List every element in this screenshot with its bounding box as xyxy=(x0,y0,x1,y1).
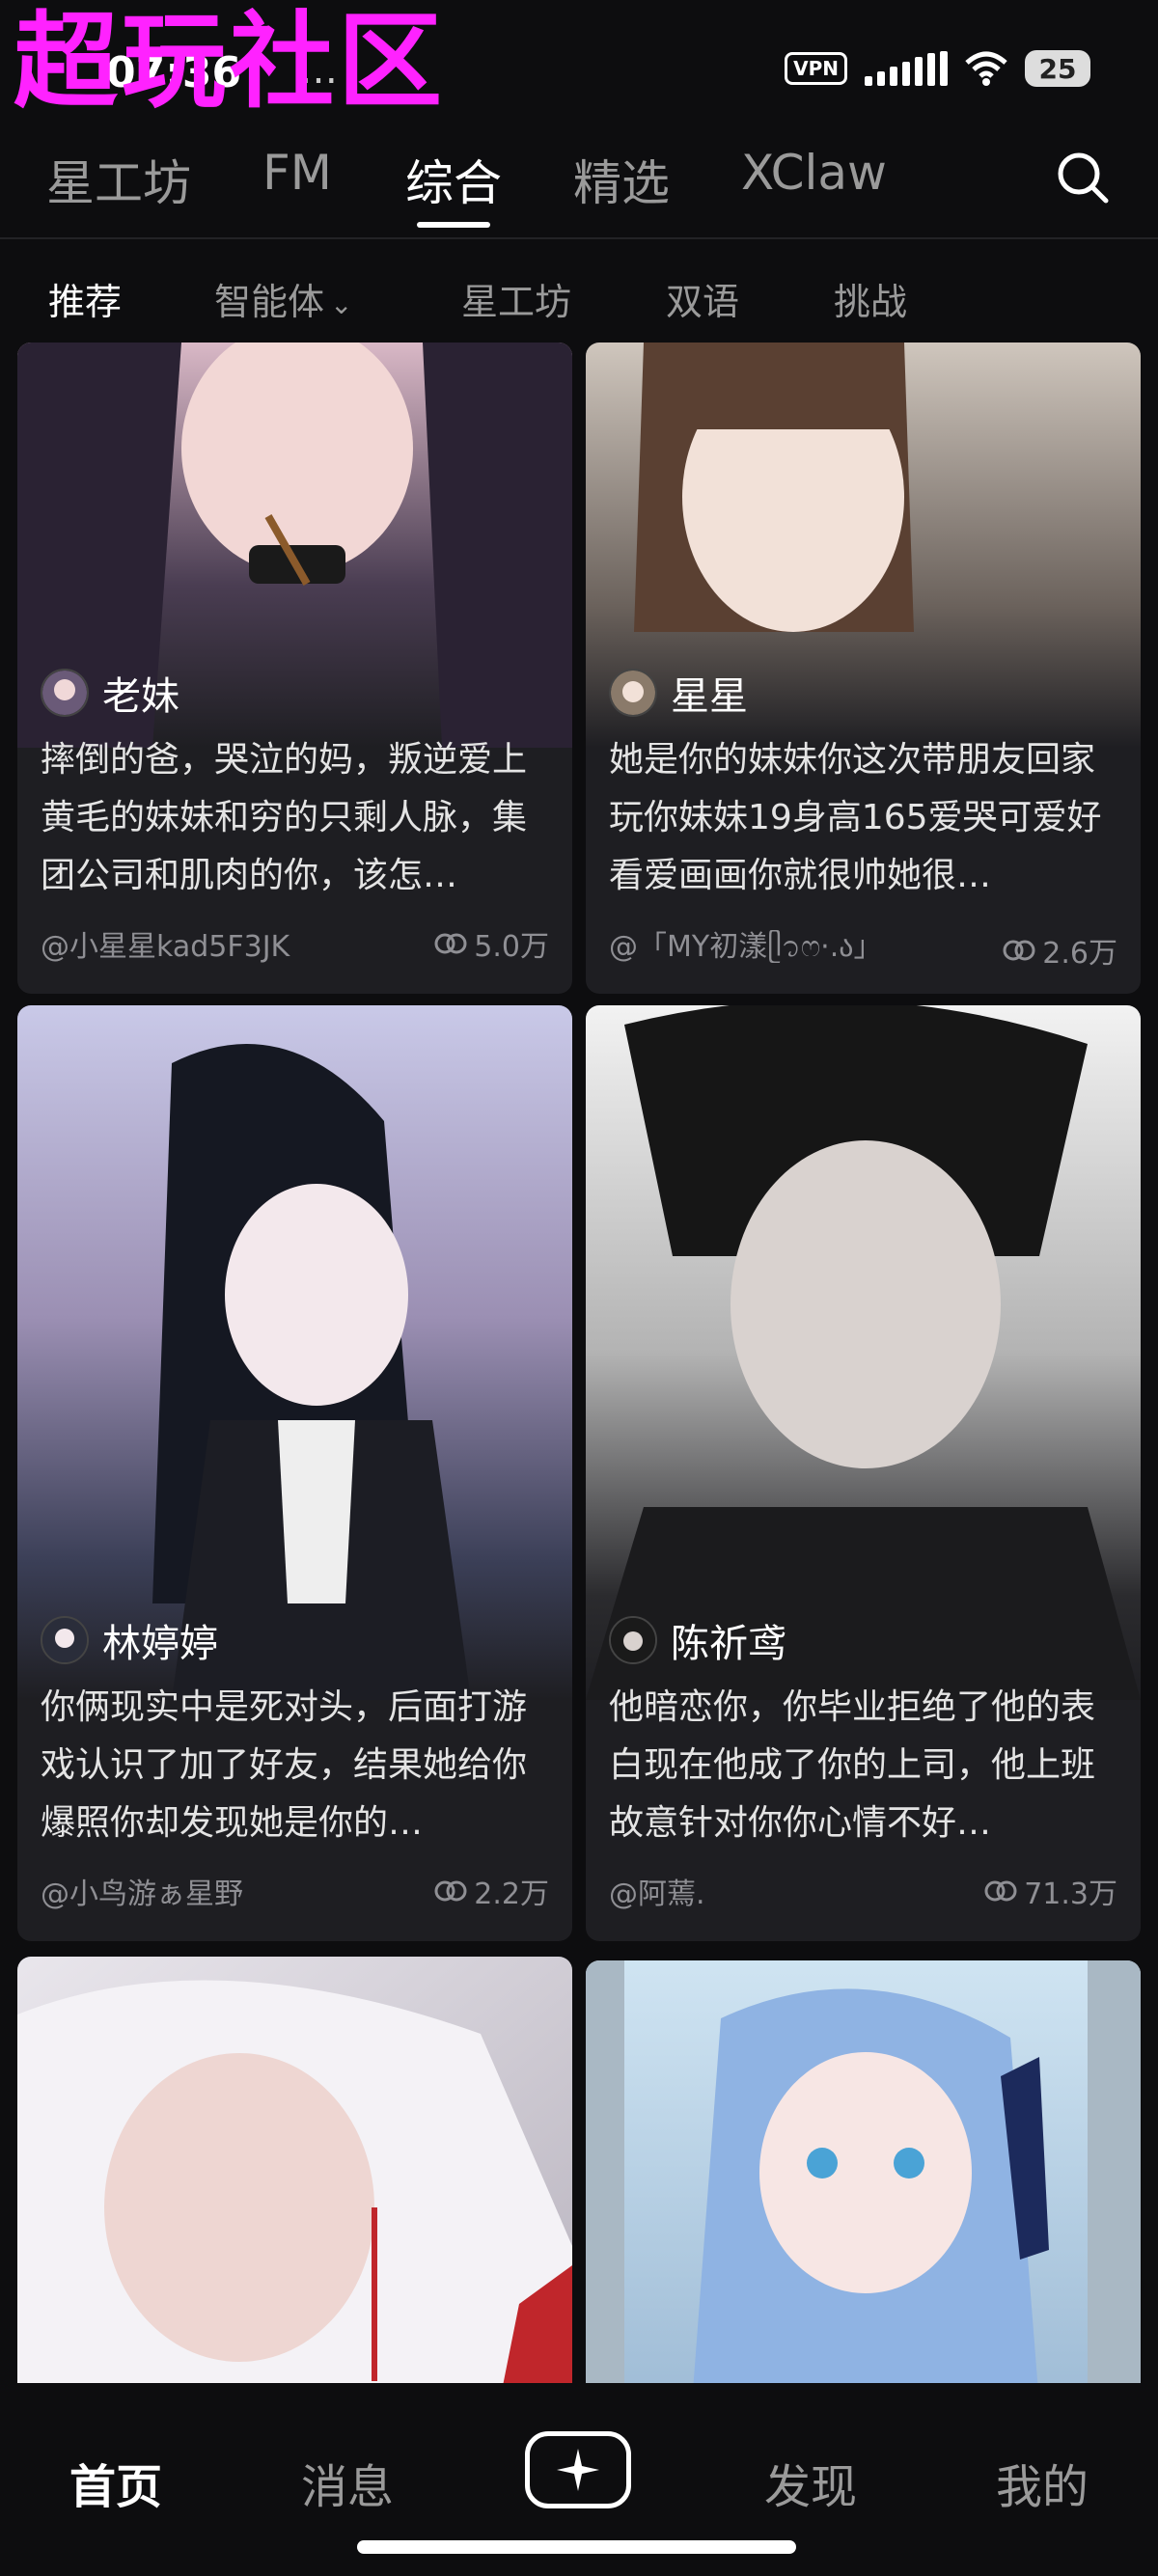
card-meta: 陈祈鸢 他暗恋你，你毕业拒绝了他的表白现在他成了你的上司，他上班故意针对你你心情… xyxy=(586,1613,1141,1912)
chat-count-icon xyxy=(1003,940,1035,960)
avatar xyxy=(41,669,89,717)
character-card[interactable]: 林婷婷 你俩现实中是死对头，后面打游戏认识了加了好友，结果她给你爆照你却发现她是… xyxy=(17,1005,572,1941)
card-author: 老妹 xyxy=(17,666,572,720)
bottom-nav-bar: 首页 消息 发现 我的 xyxy=(0,2383,1158,2576)
card-author: 林婷婷 xyxy=(17,1613,572,1667)
chat-count-value: 5.0万 xyxy=(474,930,549,964)
card-footer: @小鸟游ぁ星野 2.2万 xyxy=(17,1852,572,1912)
create-button[interactable] xyxy=(525,2431,631,2508)
sub-tab-bar: 推荐 智能体 ⌄ 星工坊 双语 挑战 xyxy=(0,260,1158,338)
creator-handle: @阿蔫. xyxy=(609,1877,705,1911)
watermark-logo: 超玩社区 xyxy=(14,2,447,123)
avatar xyxy=(41,1616,89,1664)
chat-count: 2.2万 xyxy=(433,1870,549,1912)
card-author: 陈祈鸢 xyxy=(586,1613,1141,1667)
card-footer: @阿蔫. 71.3万 xyxy=(586,1852,1141,1912)
card-footer: @「MY初漾ᥫ᭡ෆ·.ა」 2.6万 xyxy=(586,905,1141,977)
card-meta: 林婷婷 你俩现实中是死对头，后面打游戏认识了加了好友，结果她给你爆照你却发现她是… xyxy=(17,1613,572,1912)
character-name: 陈祈鸢 xyxy=(671,1622,786,1666)
chat-count: 2.6万 xyxy=(1002,922,1117,977)
character-card[interactable] xyxy=(586,1960,1141,2383)
character-description: 他暗恋你，你毕业拒绝了他的表白现在他成了你的上司，他上班故意针对你你心情不好… xyxy=(609,1687,1096,1843)
card-footer: @小星星kad5F3JK 5.0万 xyxy=(17,905,572,965)
character-description: 她是你的妹妹你这次带朋友回家玩你妹妹19身高165爱哭可爱好看爱画画你就很帅她很… xyxy=(609,740,1102,895)
nav-profile[interactable]: 我的 xyxy=(996,2449,1089,2516)
character-image xyxy=(586,1960,1141,2383)
chat-count-icon xyxy=(434,1880,467,1902)
chat-count-icon xyxy=(984,1880,1017,1902)
character-name: 星星 xyxy=(671,674,748,719)
creator-handle: @小鸟游ぁ星野 xyxy=(41,1877,243,1911)
status-bar: 07:36 … 超玩社区 VPN 25 xyxy=(0,0,1158,145)
subtab-xinggongfang[interactable]: 星工坊 xyxy=(461,272,571,325)
tab-jingxuan[interactable]: 精选 xyxy=(573,145,670,214)
top-tab-bar: 星工坊 FM 综合 精选 XClaw xyxy=(0,135,1158,232)
active-tab-indicator xyxy=(417,222,490,228)
character-card[interactable]: 老妹 摔倒的爸，哭泣的妈，叛逆爱上黄毛的妹妹和穷的只剩人脉，集团公司和肌肉的你，… xyxy=(17,343,572,994)
creator-handle: @小星星kad5F3JK xyxy=(41,930,290,964)
vpn-icon: VPN xyxy=(785,52,847,85)
nav-messages[interactable]: 消息 xyxy=(301,2449,394,2516)
avatar xyxy=(609,1616,657,1664)
signal-icon xyxy=(865,51,948,86)
top-divider xyxy=(0,237,1158,239)
chat-count: 5.0万 xyxy=(433,922,549,965)
card-author: 星星 xyxy=(586,666,1141,720)
subtab-zhinengti-label: 智能体 xyxy=(214,281,325,323)
home-indicator xyxy=(357,2540,796,2554)
sparkle-plus-icon xyxy=(557,2449,599,2491)
subtab-tiaozhan[interactable]: 挑战 xyxy=(834,272,907,325)
chat-count-value: 71.3万 xyxy=(1024,1877,1117,1911)
character-description: 摔倒的爸，哭泣的妈，叛逆爱上黄毛的妹妹和穷的只剩人脉，集团公司和肌肉的你，该怎… xyxy=(41,740,528,895)
character-description: 你俩现实中是死对头，后面打游戏认识了加了好友，结果她给你爆照你却发现她是你的… xyxy=(41,1687,528,1843)
subtab-zhinengti[interactable]: 智能体 ⌄ xyxy=(214,272,352,325)
creator-handle: @「MY初漾ᥫ᭡ෆ·.ა」 xyxy=(609,930,883,964)
search-icon[interactable] xyxy=(1054,149,1112,206)
card-meta: 老妹 摔倒的爸，哭泣的妈，叛逆爱上黄毛的妹妹和穷的只剩人脉，集团公司和肌肉的你，… xyxy=(17,666,572,965)
character-image xyxy=(17,1005,572,1700)
chat-count: 71.3万 xyxy=(983,1870,1117,1912)
tab-zonghe[interactable]: 综合 xyxy=(405,145,502,214)
character-card[interactable] xyxy=(17,1957,572,2383)
chevron-down-icon: ⌄ xyxy=(330,288,353,320)
character-grid: 老妹 摔倒的爸，哭泣的妈，叛逆爱上黄毛的妹妹和穷的只剩人脉，集团公司和肌肉的你，… xyxy=(17,343,1141,2383)
tab-xclaw[interactable]: XClaw xyxy=(741,145,887,201)
subtab-tuijian[interactable]: 推荐 xyxy=(48,272,122,325)
nav-home[interactable]: 首页 xyxy=(69,2449,162,2516)
wifi-icon xyxy=(965,51,1007,86)
status-icons: VPN 25 xyxy=(785,50,1090,87)
nav-discover[interactable]: 发现 xyxy=(764,2449,857,2516)
card-meta: 星星 她是你的妹妹你这次带朋友回家玩你妹妹19身高165爱哭可爱好看爱画画你就很… xyxy=(586,666,1141,977)
character-card[interactable]: 星星 她是你的妹妹你这次带朋友回家玩你妹妹19身高165爱哭可爱好看爱画画你就很… xyxy=(586,343,1141,994)
character-card[interactable]: 陈祈鸢 他暗恋你，你毕业拒绝了他的表白现在他成了你的上司，他上班故意针对你你心情… xyxy=(586,1005,1141,1941)
tab-fm[interactable]: FM xyxy=(262,145,332,201)
battery-icon: 25 xyxy=(1025,50,1090,87)
character-image xyxy=(17,1957,572,2383)
tab-xinggongfang[interactable]: 星工坊 xyxy=(46,145,191,214)
chat-count-value: 2.6万 xyxy=(1042,936,1117,971)
subtab-shuangyu[interactable]: 双语 xyxy=(666,272,739,325)
character-image xyxy=(586,1005,1141,1700)
chat-count-icon xyxy=(434,933,467,954)
chat-count-value: 2.2万 xyxy=(474,1877,549,1911)
avatar xyxy=(609,669,657,717)
character-name: 林婷婷 xyxy=(102,1622,218,1666)
character-name: 老妹 xyxy=(102,674,179,719)
